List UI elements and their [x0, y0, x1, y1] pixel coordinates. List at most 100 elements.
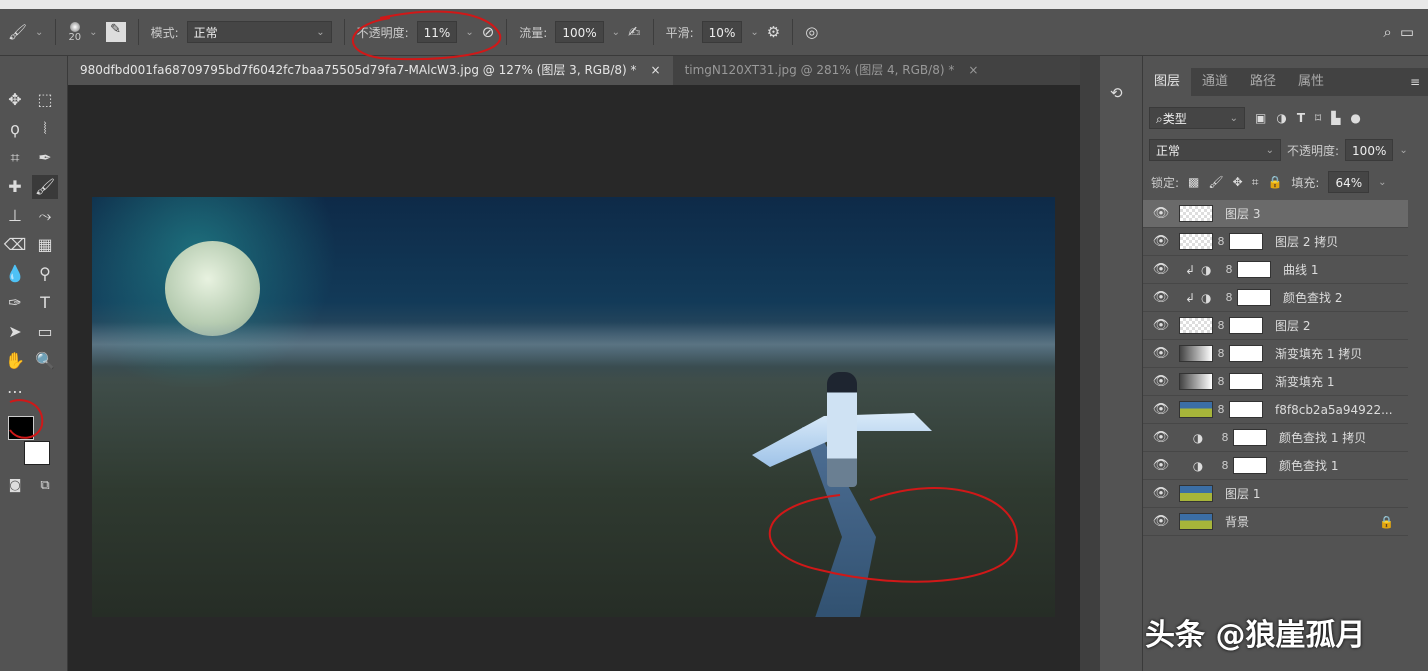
- history-panel-dock: ⟲: [1100, 56, 1143, 671]
- layer-name: 图层 2 拷贝: [1275, 233, 1408, 250]
- history-icon[interactable]: ⟲: [1110, 84, 1123, 102]
- clip-arrow-icon: ↲: [1179, 291, 1201, 305]
- mask-thumbnail: [1229, 401, 1263, 418]
- layer-name: 颜色查找 1: [1279, 457, 1408, 474]
- visibility-eye-icon[interactable]: 👁: [1143, 486, 1179, 501]
- search-icon: ⌕: [1156, 112, 1163, 126]
- lock-all-icon[interactable]: 🔒: [1267, 175, 1282, 189]
- visibility-eye-icon[interactable]: 👁: [1143, 290, 1179, 305]
- filter-kind-select[interactable]: ⌕类型⌄: [1149, 107, 1245, 129]
- visibility-eye-icon[interactable]: 👁: [1143, 402, 1179, 417]
- visibility-eye-icon[interactable]: 👁: [1143, 262, 1179, 277]
- filter-smart-object-icon[interactable]: ▙: [1331, 111, 1340, 125]
- layer-name: 渐变填充 1: [1275, 373, 1408, 390]
- link-icon[interactable]: 8: [1217, 459, 1233, 472]
- lock-pixels-icon[interactable]: 🖌: [1208, 175, 1223, 189]
- layer-name: 图层 2: [1275, 317, 1408, 334]
- mask-thumbnail: [1237, 261, 1271, 278]
- fill-label: 填充:: [1291, 174, 1319, 191]
- adjustment-icon: ◑: [1201, 291, 1221, 305]
- tab-properties[interactable]: 属性: [1287, 68, 1335, 96]
- blend-row: 正常⌄ 不透明度: 100% ⌄: [1149, 139, 1408, 161]
- mask-thumbnail: [1229, 233, 1263, 250]
- tab-channels[interactable]: 通道: [1191, 68, 1239, 96]
- link-icon[interactable]: 8: [1213, 375, 1229, 388]
- lock-artboard-icon[interactable]: ⌗: [1252, 175, 1259, 190]
- link-icon[interactable]: 8: [1213, 403, 1229, 416]
- layer-row[interactable]: 👁◑8颜色查找 1 拷贝: [1143, 424, 1408, 452]
- layer-row[interactable]: 👁 图层 3: [1143, 200, 1408, 228]
- panel-menu-icon[interactable]: ≡: [1410, 75, 1420, 89]
- link-icon[interactable]: 8: [1213, 347, 1229, 360]
- visibility-eye-icon[interactable]: 👁: [1143, 374, 1179, 389]
- mask-thumbnail: [1233, 457, 1267, 474]
- layer-row[interactable]: 👁↲◑8 曲线 1: [1143, 256, 1408, 284]
- layer-row[interactable]: 👁↲◑8 颜色查找 2: [1143, 284, 1408, 312]
- layer-row[interactable]: 👁◑8颜色查找 1: [1143, 452, 1408, 480]
- adjustment-icon: ◑: [1179, 431, 1217, 445]
- filter-type-icon[interactable]: T: [1297, 111, 1305, 125]
- opacity-label: 不透明度:: [1287, 142, 1339, 159]
- tab-layers[interactable]: 图层: [1143, 68, 1191, 96]
- visibility-eye-icon[interactable]: 👁: [1143, 514, 1179, 529]
- link-icon[interactable]: 8: [1221, 291, 1237, 304]
- layer-name: 颜色查找 2: [1283, 289, 1408, 306]
- mask-thumbnail: [1237, 289, 1271, 306]
- adjustment-icon: ◑: [1201, 263, 1221, 277]
- layer-name: 曲线 1: [1283, 261, 1408, 278]
- layer-thumbnail: [1179, 485, 1213, 502]
- layer-thumbnail: [1179, 233, 1213, 250]
- panel-collapse-strip[interactable]: [1080, 56, 1100, 671]
- link-icon[interactable]: 8: [1221, 263, 1237, 276]
- layer-thumbnail: [1179, 401, 1213, 418]
- lock-transparency-icon[interactable]: ▩: [1188, 175, 1199, 189]
- layer-name: 图层 3: [1225, 205, 1408, 222]
- lock-row: 锁定: ▩ 🖌 ✥ ⌗ 🔒 填充: 64%⌄: [1151, 171, 1387, 193]
- visibility-eye-icon[interactable]: 👁: [1143, 318, 1179, 333]
- visibility-eye-icon[interactable]: 👁: [1143, 430, 1179, 445]
- visibility-eye-icon[interactable]: 👁: [1143, 206, 1179, 221]
- annotation-circle-path: [770, 488, 1017, 582]
- layer-row[interactable]: 👁 背景🔒: [1143, 508, 1408, 536]
- fill-input[interactable]: 64%: [1328, 171, 1369, 193]
- clip-arrow-icon: ↲: [1179, 263, 1201, 277]
- layer-thumbnail: [1179, 205, 1213, 222]
- layer-thumbnail: [1179, 317, 1213, 334]
- blend-mode-select[interactable]: 正常⌄: [1149, 139, 1281, 161]
- tab-paths[interactable]: 路径: [1239, 68, 1287, 96]
- filter-shape-icon[interactable]: ⌑: [1315, 111, 1321, 125]
- layer-row[interactable]: 👁 8 图层 2 拷贝: [1143, 228, 1408, 256]
- layer-opacity-input[interactable]: 100%: [1345, 139, 1393, 161]
- panel-tabs: 图层 通道 路径 属性 ≡: [1143, 68, 1428, 96]
- annotation-circle-opacity: [353, 12, 500, 60]
- filter-row: ⌕类型⌄ ▣ ◑ T ⌑ ▙ ●: [1149, 107, 1361, 129]
- layer-name: 背景: [1225, 513, 1379, 530]
- layer-row[interactable]: 👁 8 图层 2: [1143, 312, 1408, 340]
- mask-thumbnail: [1229, 317, 1263, 334]
- filter-adjustment-icon[interactable]: ◑: [1276, 111, 1286, 125]
- layer-name: f8f8cb2a5a94922...: [1275, 403, 1408, 417]
- opacity-dropdown[interactable]: ⌄: [1399, 145, 1407, 156]
- lock-icon: 🔒: [1379, 515, 1394, 529]
- layer-row[interactable]: 👁 8 渐变填充 1: [1143, 368, 1408, 396]
- layer-thumbnail: [1179, 513, 1213, 530]
- visibility-eye-icon[interactable]: 👁: [1143, 346, 1179, 361]
- layer-row[interactable]: 👁 8 f8f8cb2a5a94922...: [1143, 396, 1408, 424]
- blend-mode-value: 正常: [1156, 140, 1180, 160]
- filter-pixel-icon[interactable]: ▣: [1255, 111, 1266, 125]
- layers-panel: 图层 通道 路径 属性 ≡ ⌕类型⌄ ▣ ◑ T ⌑ ▙ ● 正常⌄ 不透明度:…: [1143, 56, 1428, 671]
- fill-dropdown[interactable]: ⌄: [1378, 177, 1386, 188]
- layer-thumbnail: [1179, 373, 1213, 390]
- mask-thumbnail: [1233, 429, 1267, 446]
- visibility-eye-icon[interactable]: 👁: [1143, 458, 1179, 473]
- link-icon[interactable]: 8: [1213, 235, 1229, 248]
- visibility-eye-icon[interactable]: 👁: [1143, 234, 1179, 249]
- layer-row[interactable]: 👁 8 渐变填充 1 拷贝: [1143, 340, 1408, 368]
- filter-toggle-icon[interactable]: ●: [1350, 111, 1360, 125]
- link-icon[interactable]: 8: [1213, 319, 1229, 332]
- layer-name: 渐变填充 1 拷贝: [1275, 345, 1408, 362]
- link-icon[interactable]: 8: [1217, 431, 1233, 444]
- lock-position-icon[interactable]: ✥: [1233, 175, 1243, 189]
- layer-name: 图层 1: [1225, 485, 1408, 502]
- layer-row[interactable]: 👁 图层 1: [1143, 480, 1408, 508]
